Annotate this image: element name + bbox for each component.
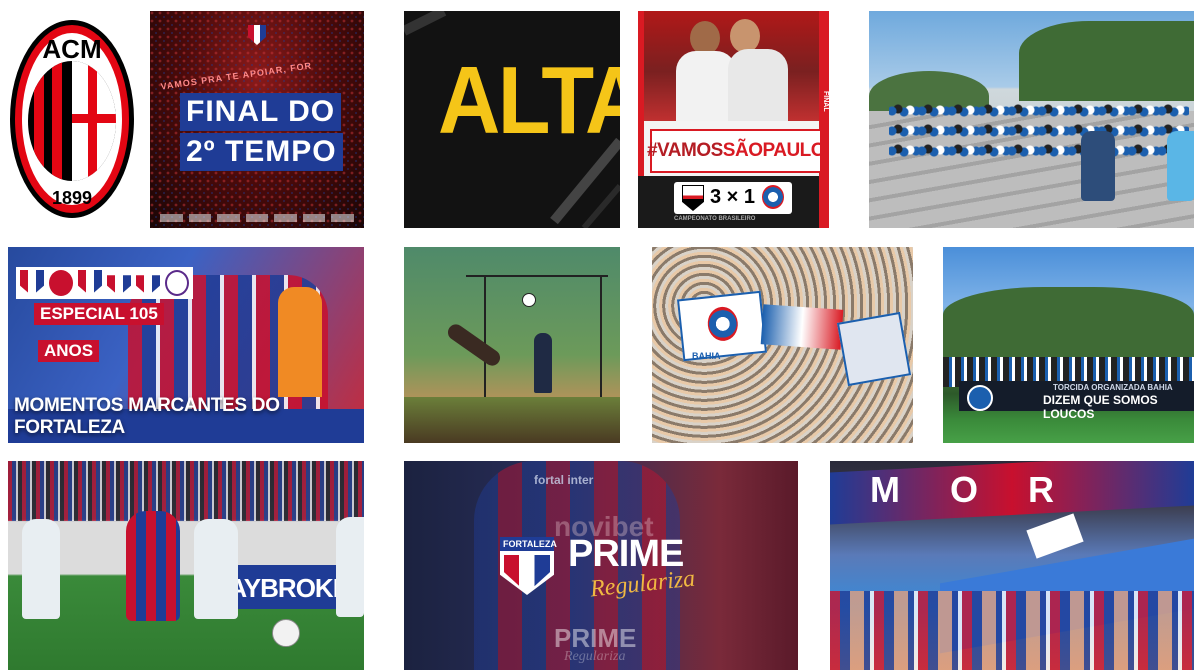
regulariza-text-2: Regulariza — [564, 649, 626, 664]
bahia-badge-icon — [762, 185, 784, 209]
final-segundo-tempo-tile[interactable]: VAMOS PRA TE APOIAR, FOR FINAL DO 2º TEM… — [150, 11, 364, 228]
opponent-player — [278, 287, 322, 397]
scarf — [1026, 513, 1084, 559]
banner-line1: TORCIDA ORGANIZADA BAHIA — [1053, 383, 1173, 392]
goal-post-right — [600, 275, 602, 405]
opponent-player-1 — [22, 519, 60, 619]
prime-regulariza-tile[interactable]: fortal inter novibet FORTALEZA PRIME Reg… — [404, 461, 798, 670]
title-line1-box: FINAL DO — [180, 93, 342, 131]
field — [404, 397, 620, 443]
kicking-player — [444, 321, 504, 369]
milan-crest-tile[interactable]: ACM 1899 — [8, 18, 136, 220]
goal-post-left — [484, 275, 486, 405]
badge-5 — [136, 275, 160, 296]
side-label: FINAL — [822, 91, 829, 112]
title-line2-box: 2º TEMPO — [180, 133, 343, 171]
fans — [830, 591, 1194, 670]
bahia-flags-tile[interactable]: BAHIA — [652, 247, 913, 443]
penalty-kick-tile[interactable]: PAYBROKERS — [8, 461, 364, 670]
especial-line1: ESPECIAL 105 — [40, 304, 158, 323]
milan-crest-icon: ACM 1899 — [10, 20, 134, 218]
title-line2: 2º TEMPO — [186, 135, 337, 168]
fortaleza-player — [126, 511, 180, 621]
milan-crest-acm: ACM — [42, 34, 101, 64]
opponent-player-3 — [336, 517, 364, 617]
especial-line2-box: ANOS — [38, 340, 100, 362]
alta-tile[interactable]: ALTA — [404, 11, 620, 228]
fortaleza-badge-text: FORTALEZA — [503, 539, 557, 549]
seated-fan-2 — [1167, 131, 1194, 201]
hashtag-box: #VAMOS SÃOPAULO — [646, 129, 826, 173]
especial-line2: ANOS — [44, 341, 94, 360]
banner-text: M O R — [870, 469, 1074, 510]
score-bar: 3 × 1 CAMPEONATO BRASILEIRO — [638, 176, 819, 228]
score-text: 3 × 1 — [710, 186, 756, 208]
milan-crest-year: 1899 — [52, 188, 92, 208]
badge-4 — [107, 275, 131, 296]
bahia-badge-icon — [967, 385, 993, 411]
ball-icon — [272, 619, 300, 647]
alta-word: ALTA — [438, 47, 620, 154]
flag-1 — [676, 290, 768, 362]
ball-icon — [522, 293, 536, 307]
flag-3 — [836, 311, 912, 387]
flag-2 — [760, 304, 844, 350]
badge-6 — [165, 270, 189, 296]
hashtag-suffix: SÃOPAULO — [722, 140, 826, 161]
stands-fans-tile[interactable] — [869, 11, 1194, 228]
bicycle-kick-tile[interactable] — [404, 247, 620, 443]
especial-105-anos-tile[interactable]: ESPECIAL 105 ANOS MOMENTOS MARCANTES DO … — [8, 247, 364, 443]
badge-2 — [49, 270, 73, 296]
standing-player — [534, 333, 552, 393]
hashtag-prefix: #VAMOS — [646, 140, 723, 161]
crowd — [889, 101, 1189, 161]
opponent-player-2 — [194, 519, 238, 619]
shirt-top-text: fortal inter — [534, 473, 594, 487]
trees — [943, 287, 1194, 357]
title-line1: FINAL DO — [186, 95, 336, 128]
banner-line2: DIZEM QUE SOMOS LOUCOS — [1043, 393, 1158, 421]
crowd — [8, 461, 364, 521]
trees — [1019, 21, 1194, 101]
players-photo — [638, 11, 829, 121]
competition-label: CAMPEONATO BRASILEIRO — [674, 216, 756, 222]
flag-text: BAHIA — [692, 351, 721, 361]
sponsor-strip — [160, 214, 355, 222]
fortaleza-fans-tile[interactable]: M O R — [830, 461, 1194, 670]
bottom-title: MOMENTOS MARCANTES DO FORTALEZA — [14, 395, 280, 438]
goal-crossbar — [466, 275, 608, 277]
badge-1 — [20, 270, 44, 296]
badge-row — [16, 267, 193, 299]
especial-line1-box: ESPECIAL 105 — [34, 303, 164, 325]
vamos-sao-paulo-tile[interactable]: FINAL #VAMOS SÃOPAULO 3 × 1 CAMPEONATO B… — [638, 11, 829, 228]
badge-3 — [78, 270, 102, 296]
banner: TORCIDA ORGANIZADA BAHIA DIZEM QUE SOMOS… — [959, 381, 1194, 421]
torcida-organizada-tile[interactable]: TORCIDA ORGANIZADA BAHIA DIZEM QUE SOMOS… — [943, 247, 1194, 443]
seated-fan — [1081, 131, 1115, 201]
